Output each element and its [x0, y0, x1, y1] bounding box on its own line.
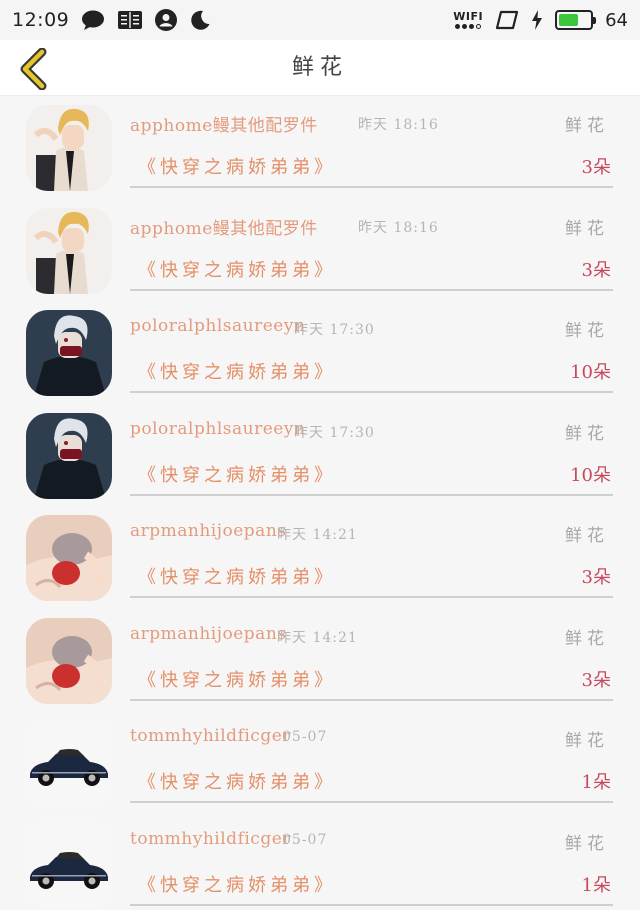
- username[interactable]: arpmanhijoepans: [130, 521, 287, 541]
- gift-count: 3朵: [581, 157, 611, 178]
- username[interactable]: arpmanhijoepans: [130, 624, 287, 644]
- book-icon: [117, 9, 143, 31]
- username[interactable]: tommhyhildficger: [130, 726, 291, 746]
- timestamp: 昨天 14:21: [277, 629, 358, 646]
- battery-level: 64: [605, 9, 628, 31]
- list-item[interactable]: poloralphlsaureeyn 昨天 17:30 鲜花《快穿之病娇弟弟》 10朵: [0, 302, 640, 405]
- list-item[interactable]: apphome鳗其他配罗件 昨天 18:16 鲜花《快穿之病娇弟弟》 3朵: [0, 200, 640, 303]
- moon-icon: [189, 9, 211, 31]
- username[interactable]: poloralphlsaureeyn: [130, 316, 305, 336]
- record-content: tommhyhildficger 05-07 鲜花《快穿之病娇弟弟》 1朵: [130, 712, 613, 803]
- gift-type-label: 鲜花: [565, 116, 609, 136]
- list-item[interactable]: tommhyhildficger 05-07 鲜花《快穿之病娇弟弟》 1朵: [0, 712, 640, 815]
- battery-fill: [559, 14, 579, 26]
- wifi-icon: WIFI: [453, 11, 483, 29]
- username[interactable]: apphome鳗其他配罗件: [130, 214, 318, 239]
- record-content: poloralphlsaureeyn 昨天 17:30 鲜花《快穿之病娇弟弟》 10朵: [130, 302, 613, 393]
- avatar[interactable]: [26, 207, 112, 294]
- gift-count: 10朵: [570, 362, 611, 383]
- gift-count: 3朵: [581, 567, 611, 588]
- record-content: apphome鳗其他配罗件 昨天 18:16 鲜花《快穿之病娇弟弟》 3朵: [130, 200, 613, 291]
- account-icon: [155, 9, 178, 31]
- book-title[interactable]: 《快穿之病娇弟弟》: [138, 256, 336, 282]
- gift-type-label: 鲜花: [565, 218, 609, 239]
- gift-type-label: 鲜花: [565, 526, 609, 546]
- status-time: 12:09: [12, 9, 70, 31]
- timestamp: 05-07: [282, 729, 328, 745]
- list-item[interactable]: tommhyhildficger 05-07 鲜花《快穿之病娇弟弟》 1朵: [0, 815, 640, 910]
- list-item[interactable]: poloralphlsaureeyn 昨天 17:30 鲜花《快穿之病娇弟弟》 10朵: [0, 405, 640, 508]
- avatar[interactable]: [26, 720, 112, 806]
- chat-bubble-icon: [81, 9, 105, 31]
- page-title: 鲜花: [291, 55, 348, 80]
- username[interactable]: poloralphlsaureeyn: [130, 419, 305, 439]
- screen-rotation-icon: [495, 10, 519, 30]
- avatar[interactable]: [26, 515, 112, 601]
- book-title[interactable]: 《快穿之病娇弟弟》: [138, 871, 336, 897]
- record-content: tommhyhildficger 05-07 鲜花《快穿之病娇弟弟》 1朵: [130, 815, 613, 906]
- book-title[interactable]: 《快穿之病娇弟弟》: [138, 563, 336, 589]
- gift-count: 1朵: [581, 874, 611, 896]
- book-title[interactable]: 《快穿之病娇弟弟》: [138, 666, 336, 692]
- gift-count: 1朵: [581, 772, 611, 793]
- record-content: arpmanhijoepans 昨天 14:21 鲜花《快穿之病娇弟弟》 3朵: [130, 507, 613, 598]
- book-title[interactable]: 《快穿之病娇弟弟》: [138, 358, 336, 384]
- gift-type-label: 鲜花: [565, 628, 609, 649]
- book-title[interactable]: 《快穿之病娇弟弟》: [138, 461, 336, 487]
- book-title[interactable]: 《快穿之病娇弟弟》: [138, 153, 336, 179]
- gift-count: 3朵: [581, 669, 611, 691]
- avatar[interactable]: [26, 822, 112, 909]
- username[interactable]: apphome鳗其他配罗件: [130, 111, 318, 136]
- list-item[interactable]: arpmanhijoepans 昨天 14:21 鲜花《快穿之病娇弟弟》 3朵: [0, 610, 640, 713]
- gift-type-label: 鲜花: [565, 321, 609, 341]
- status-bar: 12:09 WIFI 64: [0, 0, 640, 40]
- header-bar: 鲜花: [0, 40, 640, 96]
- timestamp: 昨天 18:16: [358, 117, 439, 133]
- username[interactable]: tommhyhildficger: [130, 829, 291, 849]
- gift-type-label: 鲜花: [565, 423, 609, 444]
- record-content: apphome鳗其他配罗件 昨天 18:16 鲜花《快穿之病娇弟弟》 3朵: [130, 97, 613, 188]
- list-item[interactable]: arpmanhijoepans 昨天 14:21 鲜花《快穿之病娇弟弟》 3朵: [0, 507, 640, 610]
- record-content: poloralphlsaureeyn 昨天 17:30 鲜花《快穿之病娇弟弟》 10朵: [130, 405, 613, 496]
- avatar[interactable]: [26, 105, 112, 191]
- avatar[interactable]: [26, 412, 112, 499]
- timestamp: 昨天 18:16: [358, 219, 439, 236]
- avatar[interactable]: [26, 617, 112, 704]
- gift-type-label: 鲜花: [565, 833, 609, 854]
- gift-count: 3朵: [581, 259, 611, 281]
- book-title[interactable]: 《快穿之病娇弟弟》: [138, 768, 336, 794]
- record-content: arpmanhijoepans 昨天 14:21 鲜花《快穿之病娇弟弟》 3朵: [130, 610, 613, 701]
- gift-record-list: apphome鳗其他配罗件 昨天 18:16 鲜花 《快穿之病娇弟弟》 3朵 apphom…: [0, 97, 640, 910]
- avatar[interactable]: [26, 310, 112, 396]
- battery-icon: [555, 10, 597, 30]
- list-item[interactable]: apphome鳗其他配罗件 昨天 18:16 鲜花《快穿之病娇弟弟》 3朵: [0, 97, 640, 200]
- timestamp: 昨天 17:30: [294, 322, 375, 338]
- gift-count: 10朵: [570, 464, 611, 486]
- charging-bolt-icon: [531, 10, 543, 30]
- gift-type-label: 鲜花: [565, 731, 609, 751]
- timestamp: 昨天 17:30: [294, 424, 375, 441]
- timestamp: 05-07: [282, 831, 328, 848]
- wifi-label: WIFI: [453, 10, 484, 23]
- timestamp: 昨天 14:21: [277, 527, 358, 543]
